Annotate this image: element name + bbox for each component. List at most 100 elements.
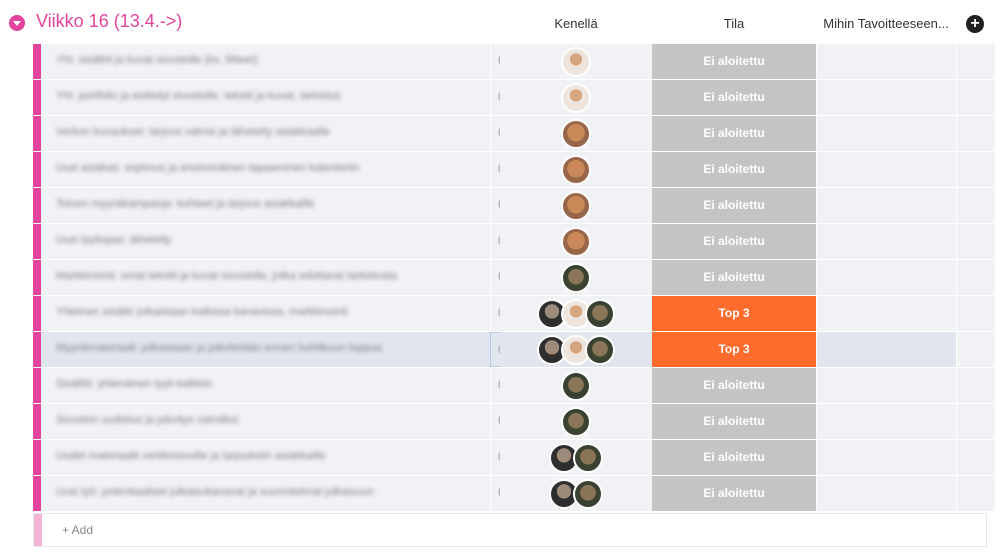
goal-cell[interactable] [817,368,956,403]
add-item-input[interactable] [60,522,464,538]
person-cell[interactable] [500,404,652,439]
person-cell[interactable] [500,476,652,511]
person-cell[interactable] [500,152,652,187]
person-cell[interactable] [500,440,652,475]
person-cell[interactable] [500,44,652,79]
goal-cell[interactable] [817,476,956,511]
status-cell[interactable]: Ei aloitettu [652,152,816,187]
person-cell[interactable] [500,188,652,223]
group-color-edge [33,440,41,475]
goal-cell[interactable] [817,224,956,259]
status-cell[interactable]: Top 3 [652,332,816,367]
item-list: Yht. sisällöt ja kuvat sivustolle (ks. l… [33,44,995,512]
avatar[interactable] [561,82,591,113]
item-name-cell[interactable]: Myyntimateriaali: julkaistaan ja päivite… [41,332,490,367]
add-column-icon[interactable]: + [966,15,984,33]
item-name: Uusi tyyliopas: lähetetty [56,234,172,246]
table-row[interactable]: Uusi tyyliopas: lähetetty Ei aloitettu [33,224,995,259]
item-name-cell[interactable]: Sivuston uudistus ja päivitys valmiiksi [41,404,490,439]
table-row[interactable]: Verkon kuvaukset: tarjous valmis ja lähe… [33,116,995,151]
avatar[interactable] [573,442,603,473]
goal-cell[interactable] [817,188,956,223]
status-cell[interactable]: Ei aloitettu [652,116,816,151]
avatar[interactable] [585,334,615,365]
status-cell[interactable]: Ei aloitettu [652,476,816,511]
item-name-cell[interactable]: Yht. portfolio ja esittelyt sivustolle: … [41,80,490,115]
status-cell[interactable]: Top 3 [652,296,816,331]
table-row[interactable]: Yhteinen sisältö julkaistaan kaikissa ka… [33,296,995,331]
item-name-cell[interactable]: Uusi tyyliopas: lähetetty [41,224,490,259]
goal-cell[interactable] [817,296,956,331]
item-name-cell[interactable]: Yhteinen sisältö julkaistaan kaikissa ka… [41,296,490,331]
item-name-cell[interactable]: Sisällöt: yhtenäinen tyyli kaikkiin [41,368,490,403]
avatar[interactable] [561,118,591,149]
person-cell[interactable] [500,260,652,295]
table-row[interactable]: Uudet materiaalit verkkosivuille ja tarj… [33,440,995,475]
person-cell[interactable] [500,296,652,331]
goal-cell[interactable] [817,80,956,115]
table-row[interactable]: Sivuston uudistus ja päivitys valmiiksi E… [33,404,995,439]
goal-cell[interactable] [817,404,956,439]
status-cell[interactable]: Ei aloitettu [652,224,816,259]
person-cell[interactable] [500,80,652,115]
status-cell[interactable]: Ei aloitettu [652,80,816,115]
goal-cell[interactable] [817,260,956,295]
column-header-goal[interactable]: Mihin Tavoitteeseen... [816,16,956,31]
goal-cell[interactable] [817,44,956,79]
status-cell[interactable]: Ei aloitettu [652,44,816,79]
avatar[interactable] [561,154,591,185]
item-name: Yht. portfolio ja esittelyt sivustolle: … [56,90,341,102]
item-name: Uusi asiakas: sopimus ja ensimmäinen tap… [56,162,360,174]
avatar[interactable] [561,262,591,293]
goal-cell[interactable] [817,116,956,151]
table-row[interactable]: Myyntimateriaali: julkaistaan ja päivite… [33,332,995,367]
avatar[interactable] [573,478,603,509]
item-name-cell[interactable]: Toinen myyntikampanja: kohteet ja tarjou… [41,188,490,223]
row-end [957,152,995,187]
item-name-cell[interactable]: Yht. sisällöt ja kuvat sivustolle (ks. l… [41,44,490,79]
avatar[interactable] [585,298,615,329]
item-name: Sivuston uudistus ja päivitys valmiiksi [56,414,239,426]
avatar[interactable] [561,46,591,77]
item-name-cell[interactable]: Uusi työ: potentiaaliset julkaisukanavat… [41,476,490,511]
item-name-cell[interactable]: Markkinointi: omat tekstit ja kuvat sivu… [41,260,490,295]
group-title[interactable]: Viikko 16 (13.4.->) [36,11,182,32]
table-row[interactable]: Sisällöt: yhtenäinen tyyli kaikkiin Ei al… [33,368,995,403]
table-row[interactable]: Toinen myyntikampanja: kohteet ja tarjou… [33,188,995,223]
status-cell[interactable]: Ei aloitettu [652,188,816,223]
table-row[interactable]: Yht. sisällöt ja kuvat sivustolle (ks. l… [33,44,995,79]
collapse-group-icon[interactable] [9,15,25,31]
avatar[interactable] [561,406,591,437]
item-name: Uudet materiaalit verkkosivuille ja tarj… [56,450,326,462]
group-header: Viikko 16 (13.4.->) Kenellä Tila Mihin T… [0,0,1006,44]
status-cell[interactable]: Ei aloitettu [652,260,816,295]
item-name: Myyntimateriaali: julkaistaan ja päivite… [56,342,382,354]
group-color-edge [34,514,42,546]
goal-cell[interactable] [817,152,956,187]
goal-cell[interactable] [817,332,956,367]
row-end [957,44,995,79]
table-row[interactable]: Yht. portfolio ja esittelyt sivustolle: … [33,80,995,115]
person-cell[interactable] [500,368,652,403]
person-cell[interactable] [500,224,652,259]
row-end [957,368,995,403]
person-cell[interactable] [500,116,652,151]
avatar[interactable] [561,190,591,221]
column-header-status[interactable]: Tila [652,16,816,31]
group-color-edge [33,188,41,223]
item-name-cell[interactable]: Uusi asiakas: sopimus ja ensimmäinen tap… [41,152,490,187]
item-name-cell[interactable]: Uudet materiaalit verkkosivuille ja tarj… [41,440,490,475]
table-row[interactable]: Uusi asiakas: sopimus ja ensimmäinen tap… [33,152,995,187]
avatar[interactable] [561,370,591,401]
item-name-cell[interactable]: Verkon kuvaukset: tarjous valmis ja lähe… [41,116,490,151]
status-cell[interactable]: Ei aloitettu [652,368,816,403]
goal-cell[interactable] [817,440,956,475]
row-end [957,332,995,367]
status-cell[interactable]: Ei aloitettu [652,404,816,439]
status-cell[interactable]: Ei aloitettu [652,440,816,475]
person-cell[interactable] [500,332,652,367]
table-row[interactable]: Uusi työ: potentiaaliset julkaisukanavat… [33,476,995,511]
table-row[interactable]: Markkinointi: omat tekstit ja kuvat sivu… [33,260,995,295]
avatar[interactable] [561,226,591,257]
column-header-person[interactable]: Kenellä [500,16,652,31]
